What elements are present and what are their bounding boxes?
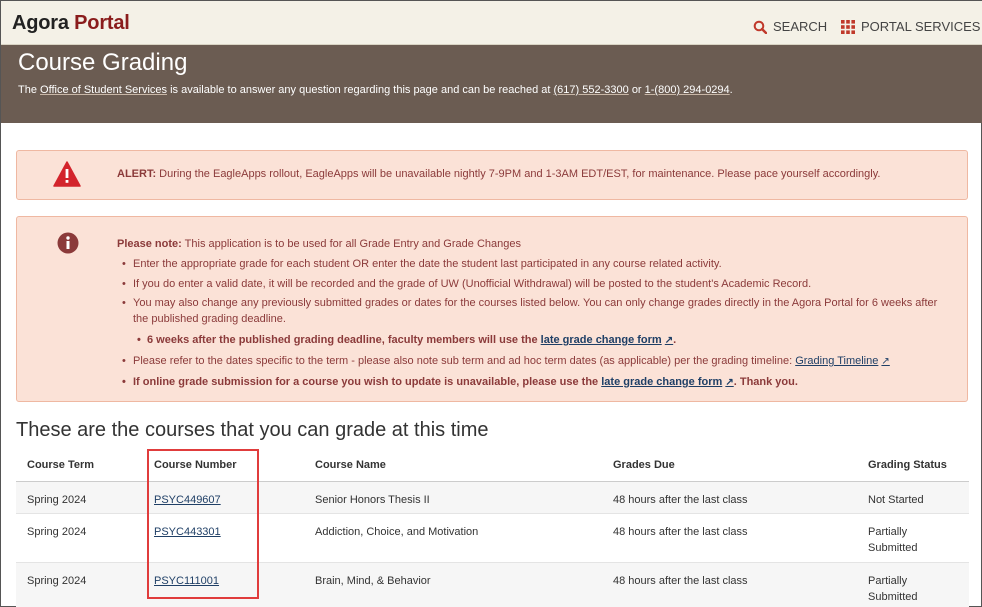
phone-link-1[interactable]: (617) 552-3300	[554, 84, 629, 96]
courses-section-title: These are the courses that you can grade…	[16, 419, 489, 441]
sub-end: .	[673, 334, 677, 346]
alert-label: ALERT:	[117, 168, 157, 180]
info-icon	[57, 232, 79, 254]
grid-icon	[841, 19, 855, 34]
alert-text: ALERT: During the EagleApps rollout, Eag…	[117, 168, 880, 180]
cell-term: Spring 2024	[16, 481, 143, 514]
grading-timeline-link[interactable]: Grading Timeline	[795, 355, 878, 367]
header-grades-due: Grades Due	[602, 449, 857, 482]
header-grading-status: Grading Status	[857, 449, 969, 482]
note-item-2: If you do enter a valid date, it will be…	[117, 274, 947, 294]
course-number-highlight-box	[147, 449, 259, 599]
item5-text: If online grade submission for a course …	[133, 376, 599, 388]
info-mid: is available to answer any question rega…	[170, 84, 551, 96]
portal-services-nav[interactable]: PORTAL SERVICES	[841, 19, 980, 34]
alert-message: During the EagleApps rollout, EagleApps …	[159, 168, 881, 180]
cell-status: Partially Submitted	[857, 562, 969, 607]
warning-icon	[53, 161, 81, 187]
cell-due: 48 hours after the last class	[602, 562, 857, 607]
cell-term: Spring 2024	[16, 562, 143, 607]
header-course-term: Course Term	[16, 449, 143, 482]
info-or: or	[631, 84, 642, 96]
info-prefix: The	[18, 84, 37, 96]
brand-part1[interactable]: Agora	[12, 12, 69, 34]
page-title: Course Grading	[18, 49, 188, 76]
note-intro: Please note: This application is to be u…	[117, 234, 947, 254]
top-bar: Agora Portal SEARCH PORTAL SERVICES	[1, 1, 982, 45]
note-content: Please note: This application is to be u…	[117, 234, 947, 393]
cell-term: Spring 2024	[16, 513, 143, 563]
search-nav[interactable]: SEARCH	[753, 19, 827, 34]
status-text: Partially Submitted	[868, 574, 918, 603]
late-grade-change-link-1[interactable]: late grade change form	[541, 334, 662, 346]
search-icon	[753, 20, 767, 34]
note-label: Please note:	[117, 238, 182, 250]
portal-logo[interactable]: Agora Portal	[12, 12, 130, 35]
office-of-student-services-link[interactable]: Office of Student Services	[40, 84, 167, 96]
external-link-icon[interactable]: ↗	[665, 335, 673, 346]
cell-due: 48 hours after the last class	[602, 481, 857, 514]
header-course-name: Course Name	[304, 449, 602, 482]
external-link-icon[interactable]: ↗	[881, 356, 889, 367]
note-item-1: Enter the appropriate grade for each stu…	[117, 254, 947, 274]
portal-services-label[interactable]: PORTAL SERVICES	[861, 19, 980, 34]
note-item-3: You may also change any previously submi…	[117, 295, 947, 327]
cell-status: Partially Submitted	[857, 513, 969, 563]
cell-name: Senior Honors Thesis II	[304, 481, 602, 514]
note-list: Enter the appropriate grade for each stu…	[117, 254, 947, 393]
please-note-box: Please note: This application is to be u…	[16, 216, 968, 402]
status-text: Partially Submitted	[868, 525, 918, 554]
sub-text: 6 weeks after the published grading dead…	[147, 334, 538, 346]
maintenance-alert: ALERT: During the EagleApps rollout, Eag…	[16, 150, 968, 200]
cell-name: Brain, Mind, & Behavior	[304, 562, 602, 607]
search-label[interactable]: SEARCH	[773, 19, 827, 34]
cell-status: Not Started	[857, 481, 969, 514]
contact-info: The Office of Student Services is availa…	[18, 84, 733, 96]
late-grade-change-link-2[interactable]: late grade change form	[601, 376, 722, 388]
phone-link-2[interactable]: 1-(800) 294-0294	[645, 84, 730, 96]
info-end: .	[729, 84, 733, 96]
note-item-5: If online grade submission for a course …	[117, 372, 947, 393]
note-item-4: Please refer to the dates specific to th…	[117, 351, 947, 372]
brand-part2[interactable]: Portal	[74, 12, 130, 34]
cell-name: Addiction, Choice, and Motivation	[304, 513, 602, 563]
page-header: Course Grading The Office of Student Ser…	[1, 45, 982, 123]
item4-text: Please refer to the dates specific to th…	[133, 355, 793, 367]
note-subitem: 6 weeks after the published grading dead…	[117, 330, 947, 351]
note-intro-text: This application is to be used for all G…	[184, 238, 521, 250]
external-link-icon[interactable]: ↗	[725, 377, 733, 388]
cell-due: 48 hours after the last class	[602, 513, 857, 563]
item5-end: . Thank you.	[733, 376, 798, 388]
